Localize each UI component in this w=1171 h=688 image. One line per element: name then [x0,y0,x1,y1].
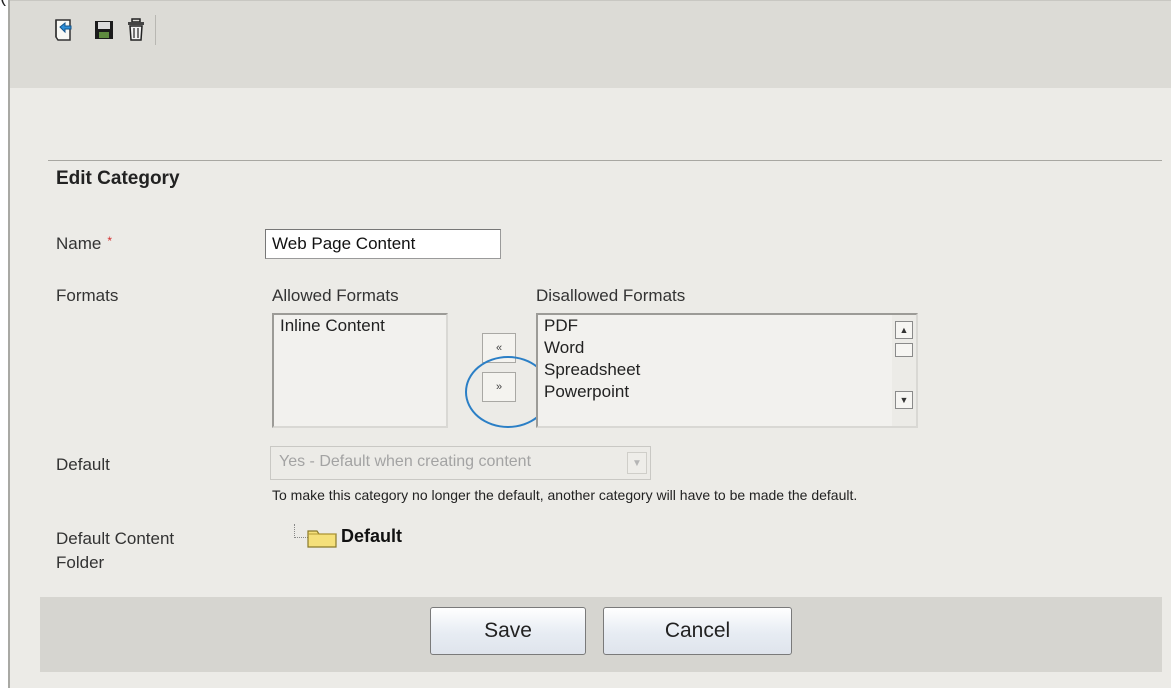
allowed-formats-list[interactable]: Inline Content [272,313,448,428]
tree-connector-vertical [294,524,295,538]
back-icon [55,19,72,41]
toolbar-separator [155,15,156,45]
edit-category-panel: Edit Category Name * Formats Allowed Form… [8,0,1171,688]
page-title: Edit Category [56,168,180,189]
partial-paren-text: ( [0,0,6,7]
default-folder-link[interactable]: Default [341,526,402,547]
cancel-button[interactable]: Cancel [603,607,792,655]
name-label: Name * [56,234,112,254]
scroll-down-arrow-icon[interactable]: ▼ [895,391,913,409]
scroll-thumb[interactable] [895,343,913,357]
save-toolbar-button[interactable] [89,15,119,45]
scroll-up-arrow-icon[interactable]: ▲ [895,321,913,339]
content-folder-label-line2: Folder [56,553,105,572]
allowed-format-item[interactable]: Inline Content [274,315,446,337]
disallowed-format-item[interactable]: Word [538,337,916,359]
disallowed-format-item[interactable]: PDF [538,315,916,337]
name-label-text: Name [56,234,102,253]
required-marker: * [107,234,113,248]
move-left-button[interactable]: « [482,333,516,363]
disallowed-list-scrollbar[interactable]: ▲ ▼ [892,315,916,426]
default-help-text: To make this category no longer the defa… [272,487,858,503]
name-input[interactable] [265,229,501,259]
back-button[interactable] [48,15,78,45]
content-folder-label: Default Content Folder [56,527,174,575]
chevron-down-icon: ▼ [627,452,647,474]
move-right-button[interactable]: » [482,372,516,402]
save-icon [95,21,113,39]
footer-bar: Save Cancel [40,597,1162,672]
delete-toolbar-button[interactable] [121,15,151,45]
toolbar [10,0,1171,88]
folder-icon[interactable] [306,526,338,548]
allowed-formats-heading: Allowed Formats [272,286,399,305]
section-divider [48,160,1162,161]
delete-icon [128,18,144,41]
disallowed-formats-list[interactable]: PDF Word Spreadsheet Powerpoint ▲ ▼ [536,313,918,428]
save-button[interactable]: Save [430,607,586,655]
content-folder-label-line1: Default Content [56,529,175,548]
default-label: Default [56,455,110,474]
default-select-value: Yes - Default when creating content [279,453,532,470]
disallowed-format-item[interactable]: Powerpoint [538,381,916,403]
disallowed-formats-heading: Disallowed Formats [536,286,686,305]
formats-label: Formats [56,286,119,305]
disallowed-format-item[interactable]: Spreadsheet [538,359,916,381]
default-select: Yes - Default when creating content ▼ [270,446,651,480]
